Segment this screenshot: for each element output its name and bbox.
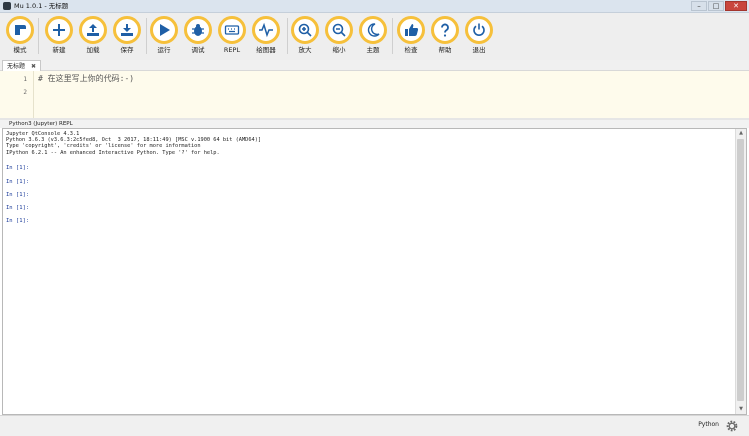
run-label: 运行 <box>157 46 171 54</box>
zoom-in-label: 放大 <box>298 46 312 54</box>
panel-tab-bar: Python3 (Jupyter) REPL <box>0 120 749 128</box>
download-icon <box>121 24 133 36</box>
tab-untitled[interactable]: 无标题 ✖ <box>2 60 42 71</box>
vertical-scrollbar[interactable]: ▲ ▼ <box>735 129 746 414</box>
minimize-button[interactable]: – <box>691 1 707 11</box>
load-label: 加载 <box>86 46 100 54</box>
zoom-out-button[interactable]: 缩小 <box>322 16 356 54</box>
save-button[interactable]: 保存 <box>110 16 144 54</box>
thumbs-up-icon <box>405 24 419 36</box>
repl-button[interactable]: REPL <box>215 16 249 54</box>
window-title: Mu 1.0.1 - 无标题 <box>14 2 69 10</box>
scroll-up-arrow[interactable]: ▲ <box>736 129 746 138</box>
load-button[interactable]: 加载 <box>76 16 110 54</box>
maximize-button[interactable]: □ <box>708 1 724 11</box>
pulse-icon <box>259 22 273 38</box>
play-icon <box>160 24 170 36</box>
debug-label: 调试 <box>191 46 205 54</box>
line-number: 2 <box>23 89 27 96</box>
toolbar: 模式 新建 加载 保存 运行 调试 REPL 绘图器 放大 缩小 主题 检查 帮… <box>0 13 749 61</box>
help-label: 帮助 <box>438 46 452 54</box>
repl-prompt: In [1]: <box>6 218 30 224</box>
repl-prompt: In [1]: <box>6 165 30 171</box>
repl-label: REPL <box>223 46 241 54</box>
gear-icon[interactable] <box>725 419 739 433</box>
plotter-label: 绘图器 <box>256 46 276 54</box>
repl-console[interactable]: Jupyter QtConsole 4.3.1 Python 3.6.3 (v3… <box>2 128 747 415</box>
check-button[interactable]: 检查 <box>394 16 428 54</box>
close-tab-icon[interactable]: ✖ <box>31 62 36 71</box>
question-icon <box>441 23 449 37</box>
repl-banner: Jupyter QtConsole 4.3.1 Python 3.6.3 (v3… <box>6 131 262 156</box>
tab-repl[interactable]: Python3 (Jupyter) REPL <box>9 120 73 128</box>
tab-label: 无标题 <box>7 62 26 70</box>
mode-button[interactable]: 模式 <box>3 16 37 54</box>
keyboard-icon <box>224 25 240 35</box>
editor-tab-bar: 无标题 ✖ <box>0 60 749 71</box>
check-label: 检查 <box>404 46 418 54</box>
quit-button[interactable]: 退出 <box>462 16 496 54</box>
power-icon <box>473 23 485 36</box>
scroll-down-arrow[interactable]: ▼ <box>736 405 746 414</box>
repl-prompt: In [1]: <box>6 192 30 198</box>
quit-label: 退出 <box>472 46 486 54</box>
zoom-in-button[interactable]: 放大 <box>288 16 322 54</box>
code-line[interactable]: # 在这里写上你的代码:-) <box>38 73 134 84</box>
code-editor[interactable]: 1 2 # 在这里写上你的代码:-) <box>0 71 749 118</box>
line-number-gutter: 1 2 <box>0 71 34 118</box>
line-number: 1 <box>23 76 27 83</box>
plotter-button[interactable]: 绘图器 <box>249 16 283 54</box>
theme-label: 主题 <box>366 46 380 54</box>
repl-prompt: In [1]: <box>6 179 30 185</box>
upload-icon <box>87 24 99 36</box>
status-bar: Python <box>0 415 749 436</box>
close-window-button[interactable]: ✕ <box>725 1 747 11</box>
zoom-out-label: 缩小 <box>332 46 346 54</box>
help-button[interactable]: 帮助 <box>428 16 462 54</box>
moon-icon <box>367 23 380 37</box>
new-label: 新建 <box>52 46 66 54</box>
mode-icon <box>15 25 26 35</box>
bug-icon <box>192 24 204 36</box>
save-label: 保存 <box>120 46 134 54</box>
title-bar: Mu 1.0.1 - 无标题 – □ ✕ <box>0 0 749 13</box>
toolbar-separator <box>392 18 393 54</box>
zoom-in-icon <box>298 23 312 37</box>
mode-indicator: Python <box>698 421 719 428</box>
new-button[interactable]: 新建 <box>42 16 76 54</box>
theme-button[interactable]: 主题 <box>356 16 390 54</box>
scroll-thumb[interactable] <box>737 139 744 401</box>
run-button[interactable]: 运行 <box>147 16 181 54</box>
zoom-out-icon <box>332 23 346 37</box>
mode-label: 模式 <box>13 46 27 54</box>
debug-button[interactable]: 调试 <box>181 16 215 54</box>
plus-icon <box>53 24 65 36</box>
repl-prompt: In [1]: <box>6 205 30 211</box>
window-controls: – □ ✕ <box>690 1 747 11</box>
toolbar-separator <box>38 18 39 54</box>
app-icon <box>3 2 11 10</box>
